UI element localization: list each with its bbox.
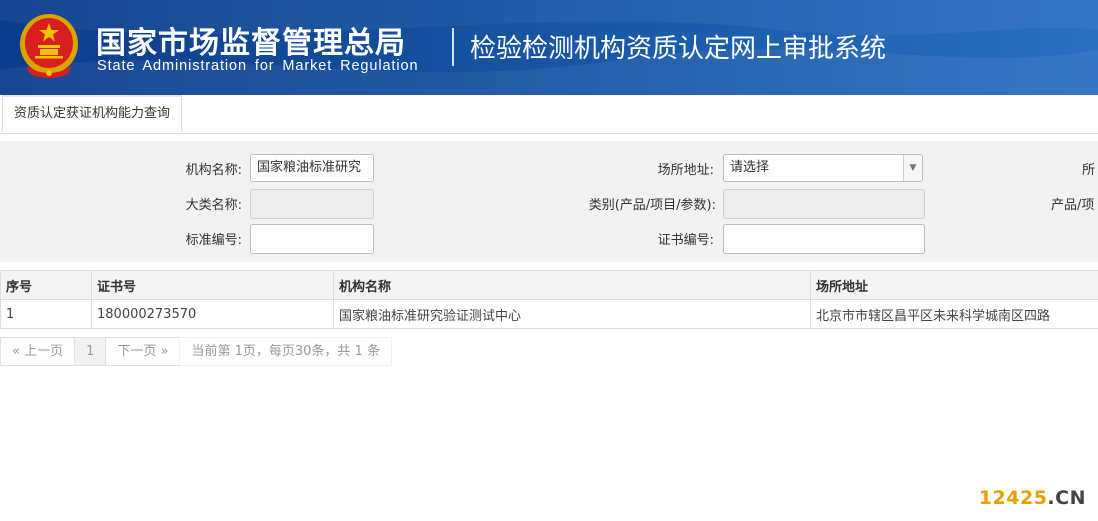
cert-no-input[interactable] — [723, 224, 925, 254]
chevron-down-icon[interactable]: ▼ — [903, 155, 922, 181]
product-partial-label: 产品/项 — [1051, 198, 1095, 213]
search-form: 机构名称: 国家粮油标准研究 场所地址: 请选择 ▼ 所 大类名称: 类别(产品… — [0, 141, 1098, 262]
header-banner: 国家市场监督管理总局 State Administration for Mark… — [0, 0, 1098, 95]
tab-bar: 资质认定获证机构能力查询 — [0, 95, 1098, 134]
table-header-row: 序号 证书号 机构名称 场所地址 — [0, 270, 1098, 300]
cell-site-address: 北京市市辖区昌平区未来科学城南区四路 — [810, 299, 1098, 329]
standard-no-label: 标准编号: — [185, 233, 242, 248]
col-header-org-name[interactable]: 机构名称 — [333, 270, 811, 300]
org-name-label: 机构名称: — [185, 163, 242, 178]
prev-page-button[interactable]: « 上一页 — [0, 337, 76, 366]
cert-no-label: 证书编号: — [657, 233, 714, 248]
system-title: 检验检测机构资质认定网上审批系统 — [470, 34, 887, 64]
site-address-select[interactable]: 请选择 ▼ — [723, 154, 923, 182]
table-row[interactable]: 1 180000273570 国家粮油标准研究验证测试中心 北京市市辖区昌平区未… — [0, 299, 1098, 329]
category-label: 类别(产品/项目/参数): — [588, 198, 716, 213]
col-header-site-address[interactable]: 场所地址 — [810, 270, 1098, 300]
site-watermark: 12425.CN — [979, 487, 1086, 509]
standard-no-input[interactable] — [250, 224, 374, 254]
pagination-info: 当前第 1页，每页30条，共 1 条 — [179, 337, 392, 366]
cell-org-name[interactable]: 国家粮油标准研究验证测试中心 — [333, 299, 811, 329]
org-name-cn: 国家市场监督管理总局 — [96, 26, 406, 61]
watermark-number: 12425 — [978, 487, 1048, 509]
cell-index: 1 — [0, 299, 92, 329]
tab-qualification-query[interactable]: 资质认定获证机构能力查询 — [2, 95, 183, 132]
col-header-cert-no[interactable]: 证书号 — [91, 270, 334, 300]
cell-cert-no: 180000273570 — [91, 299, 334, 329]
header-divider — [452, 28, 454, 66]
category-major-input[interactable] — [250, 189, 374, 219]
page-number-current[interactable]: 1 — [74, 337, 107, 366]
org-name-en: State Administration for Market Regulati… — [97, 58, 419, 74]
site-address-label: 场所地址: — [657, 163, 714, 178]
pagination: « 上一页 1 下一页 » 当前第 1页，每页30条，共 1 条 — [0, 337, 392, 366]
site-partial-label: 所 — [1082, 163, 1096, 178]
site-address-select-value: 请选择 — [730, 160, 770, 175]
national-emblem-icon — [20, 14, 78, 78]
category-input[interactable] — [723, 189, 925, 219]
watermark-suffix: .CN — [1047, 487, 1086, 509]
org-name-input[interactable]: 国家粮油标准研究 — [250, 154, 374, 182]
category-major-label: 大类名称: — [185, 198, 242, 213]
next-page-button[interactable]: 下一页 » — [105, 337, 181, 366]
col-header-index[interactable]: 序号 — [0, 270, 92, 300]
results-table: 序号 证书号 机构名称 场所地址 1 180000273570 国家粮油标准研究… — [0, 270, 1098, 329]
